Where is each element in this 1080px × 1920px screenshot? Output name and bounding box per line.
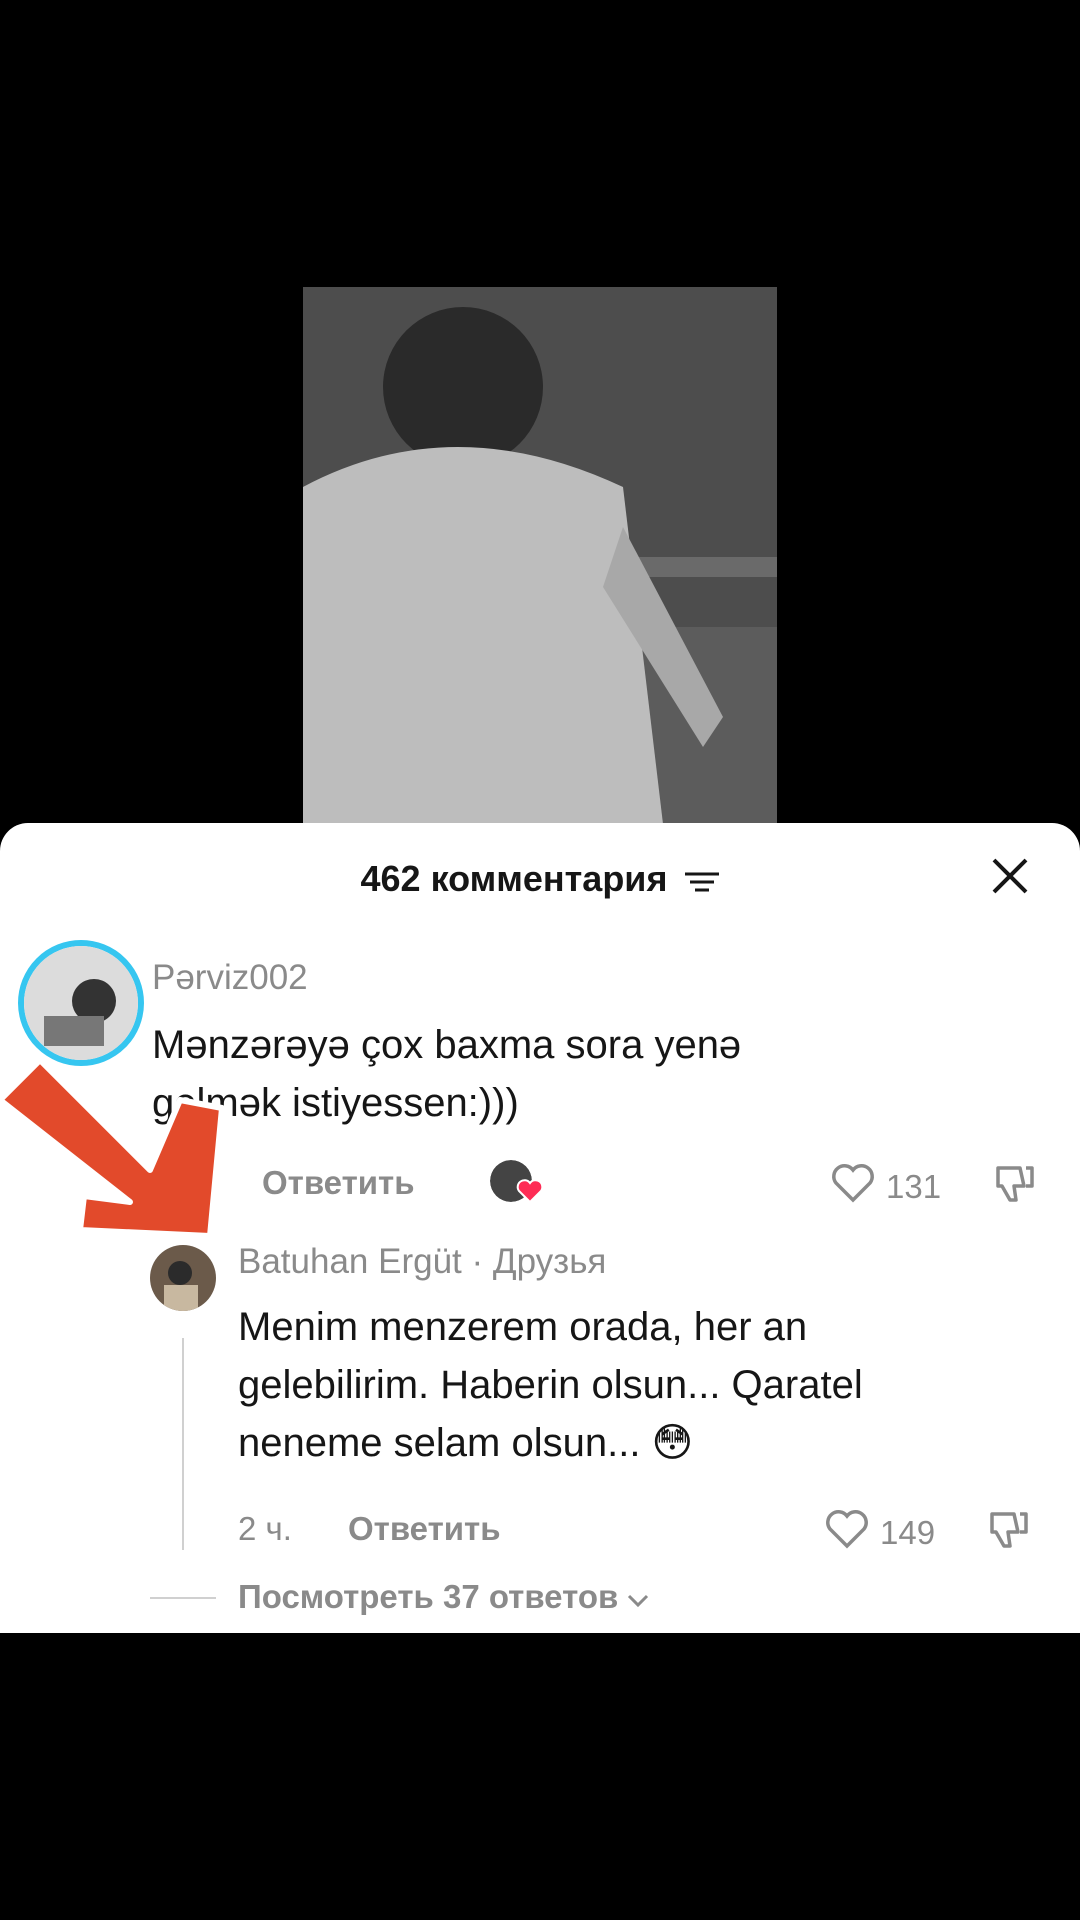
like-count[interactable]: 131 (830, 1162, 941, 1212)
chevron-down-icon (627, 1578, 649, 1615)
heart-outline-icon[interactable] (830, 1162, 876, 1212)
video-thumbnail (303, 287, 777, 824)
comment-text-line: neneme selam olsun... 😳 (238, 1421, 694, 1465)
reply-button[interactable]: Ответить (348, 1510, 501, 1548)
comments-count-title: 462 комментария (360, 858, 668, 899)
like-count-value: 149 (880, 1514, 936, 1551)
filter-icon[interactable] (685, 860, 720, 902)
replies-divider (150, 1597, 216, 1599)
view-replies-label: Посмотреть 37 ответов (238, 1578, 619, 1615)
dislike-icon[interactable] (990, 1162, 1036, 1211)
comment-username[interactable]: Batuhan Ergüt · Друзья (238, 1242, 606, 1282)
comment-text-line: gelebilirim. Haberin olsun... Qaratel (238, 1363, 863, 1407)
comment-text-line: Mənzərəyə çox baxma sora yenə (152, 1023, 742, 1067)
comment-text: Mənzərəyə çox baxma sora yenə gelmək ist… (152, 1016, 741, 1132)
like-count[interactable]: 149 (824, 1508, 935, 1558)
comments-header: 462 комментария (0, 858, 1080, 902)
comment-text-line: gelmək istiyessen:))) (152, 1081, 519, 1125)
heart-badge-icon (516, 1178, 544, 1209)
close-icon[interactable] (990, 856, 1030, 896)
comment-text: Menim menzerem orada, her an gelebilirim… (238, 1298, 863, 1472)
avatar[interactable] (150, 1245, 216, 1311)
thread-line (182, 1338, 184, 1550)
heart-outline-icon[interactable] (824, 1508, 870, 1558)
reply-button[interactable]: Ответить (262, 1164, 415, 1202)
like-count-value: 131 (886, 1168, 942, 1205)
view-replies-button[interactable]: Посмотреть 37 ответов (238, 1578, 649, 1616)
video-frame[interactable] (303, 287, 777, 824)
dislike-icon[interactable] (984, 1508, 1030, 1557)
arrow-annotation-icon (0, 990, 240, 1255)
comment-text-line: Menim menzerem orada, her an (238, 1305, 808, 1349)
comment-time: 2 ч. (238, 1510, 292, 1547)
